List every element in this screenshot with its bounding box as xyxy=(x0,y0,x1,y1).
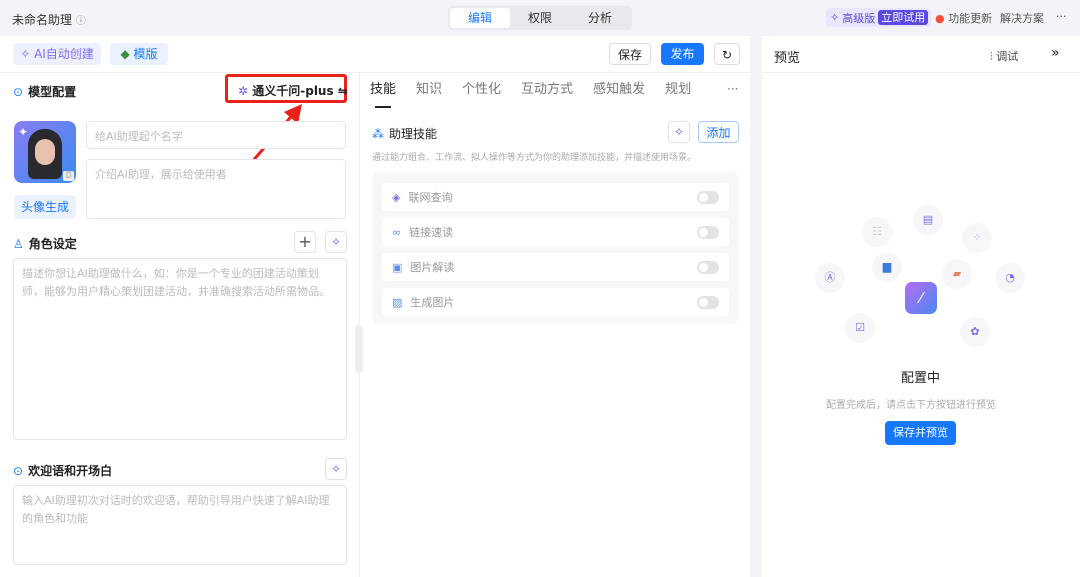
history-icon[interactable]: ↻ xyxy=(714,43,740,65)
plus-circle-icon: ⊙ xyxy=(13,84,24,99)
skills-list: ◈ 联网查询 ∞ 链接速读 ▣ 图片解读 ▨ 生成图片 xyxy=(372,172,738,324)
updates-link[interactable]: ● 功能更新 xyxy=(935,10,992,26)
tab-knowledge[interactable]: 知识 xyxy=(416,72,442,108)
skill-item: ▨ 生成图片 xyxy=(382,288,729,316)
ai-optimize-icon[interactable]: ✧ xyxy=(325,458,347,480)
preview-hint: 配置完成后，请点击下方按钮进行预览 xyxy=(826,400,996,411)
solutions-link[interactable]: 解决方案 xyxy=(1000,10,1044,26)
plugin-icon: ✿ xyxy=(960,317,990,347)
tab-skills[interactable]: 技能 xyxy=(370,72,396,108)
tab-analysis[interactable]: 分析 xyxy=(570,8,630,28)
model-config-header: ⊙ 模型配置 xyxy=(13,84,77,100)
doc-icon: ▤ xyxy=(913,205,943,235)
role-input[interactable]: 描述你想让AI助理做什么，如：你是一个专业的团建活动策划师，能够为用户精心策划团… xyxy=(13,258,347,440)
add-icon[interactable]: + xyxy=(294,231,316,253)
magic-wand-icon: ⁄ xyxy=(905,282,937,314)
intro-input[interactable]: 介绍AI助理，展示给使用者 xyxy=(86,159,346,219)
ai-create-button[interactable]: ✧ AI自动创建 xyxy=(13,43,101,65)
skill-toggle[interactable] xyxy=(697,295,719,309)
sliders-icon: ⫶ xyxy=(990,50,993,63)
tab-interaction[interactable]: 互动方式 xyxy=(521,72,573,108)
preview-title: 预览 xyxy=(774,51,801,66)
more-icon[interactable]: ··· xyxy=(1056,10,1067,23)
preview-status: 配置中 xyxy=(901,371,941,386)
info-icon[interactable]: ⓘ xyxy=(76,16,86,27)
ai-optimize-icon[interactable]: ✧ xyxy=(668,121,690,143)
skill-item: ∞ 链接速读 xyxy=(382,218,729,246)
switch-icon: ⇋ xyxy=(337,84,348,98)
chart-icon: ◔ xyxy=(995,263,1025,293)
skill-toggle[interactable] xyxy=(697,225,719,239)
camera-icon[interactable]: ◘ xyxy=(62,171,74,181)
skills-header: ⁂ 助理技能 xyxy=(372,126,438,142)
wifi-icon: ◈ xyxy=(392,190,401,204)
name-input[interactable]: 给AI助理起个名字 xyxy=(86,121,346,149)
ai-optimize-icon[interactable]: ✧ xyxy=(325,231,347,253)
pro-upgrade-button[interactable]: ✧ 高级版 立即试用 xyxy=(826,8,932,27)
role-header: ♙ 角色设定 xyxy=(13,236,77,252)
tab-personalize[interactable]: 个性化 xyxy=(462,72,501,108)
collapse-icon[interactable]: » xyxy=(1051,45,1060,61)
skill-item: ▣ 图片解读 xyxy=(382,253,729,281)
checklist-icon: ☷ xyxy=(862,217,892,247)
skill-toggle[interactable] xyxy=(697,190,719,204)
mode-tabs: 编辑 权限 分析 xyxy=(448,6,632,30)
save-and-preview-button[interactable]: 保存并预览 xyxy=(885,421,956,445)
skills-description: 通过能力组合、工作流、拟人操作等方式为你的助理添加技能，并描述使用场景。 xyxy=(372,153,697,163)
image-scan-icon: ▣ xyxy=(392,260,403,274)
avatar[interactable]: ✦ ◘ xyxy=(14,121,76,183)
sparkle-icon: ✦ xyxy=(18,125,29,139)
avatar-generate-button[interactable]: 头像生成 xyxy=(14,195,76,219)
translate-icon: Ⓐ xyxy=(815,263,845,293)
link-icon: ∞ xyxy=(392,225,402,239)
publish-button[interactable]: 发布 xyxy=(661,43,704,65)
tab-planning[interactable]: 规划 xyxy=(665,72,691,108)
config-tabs: 技能 知识 个性化 互动方式 感知触发 规划 xyxy=(370,72,711,108)
tab-trigger[interactable]: 感知触发 xyxy=(593,72,645,108)
welcome-input[interactable]: 输入AI助理初次对话时的欢迎语，帮助引导用户快速了解AI助理的角色和功能 xyxy=(13,485,347,565)
template-icon: ◆ xyxy=(120,47,130,61)
skill-item: ◈ 联网查询 xyxy=(382,183,729,211)
template-button[interactable]: ◆ 模版 xyxy=(110,43,168,65)
welcome-header: ⊙ 欢迎语和开场白 xyxy=(13,463,113,479)
pdf-icon: ▰ xyxy=(942,259,972,289)
apps-icon: ⁘ xyxy=(962,223,992,253)
debug-button[interactable]: ⫶ 调试 xyxy=(990,48,1018,64)
resize-handle[interactable] xyxy=(355,325,363,373)
tab-edit[interactable]: 编辑 xyxy=(450,8,510,28)
skill-toggle[interactable] xyxy=(697,260,719,274)
model-icon: ✲ xyxy=(238,84,249,98)
more-tabs-icon[interactable]: ··· xyxy=(727,82,738,96)
task-icon: ☑ xyxy=(845,313,875,343)
user-icon: ♙ xyxy=(13,236,24,251)
magic-icon: ✧ xyxy=(830,11,840,24)
assistant-title[interactable]: 未命名助理 ⓘ xyxy=(12,11,86,28)
model-selector[interactable]: ✲ 通义千问-plus ⇋ xyxy=(238,82,348,99)
skills-icon: ⁂ xyxy=(372,126,384,141)
plus-circle-icon: ⊙ xyxy=(13,463,24,478)
file-icon: ▆ xyxy=(872,252,902,282)
tab-permission[interactable]: 权限 xyxy=(510,8,570,28)
add-skill-button[interactable]: 添加 xyxy=(698,121,739,143)
save-button[interactable]: 保存 xyxy=(609,43,651,65)
image-icon: ▨ xyxy=(392,295,403,309)
